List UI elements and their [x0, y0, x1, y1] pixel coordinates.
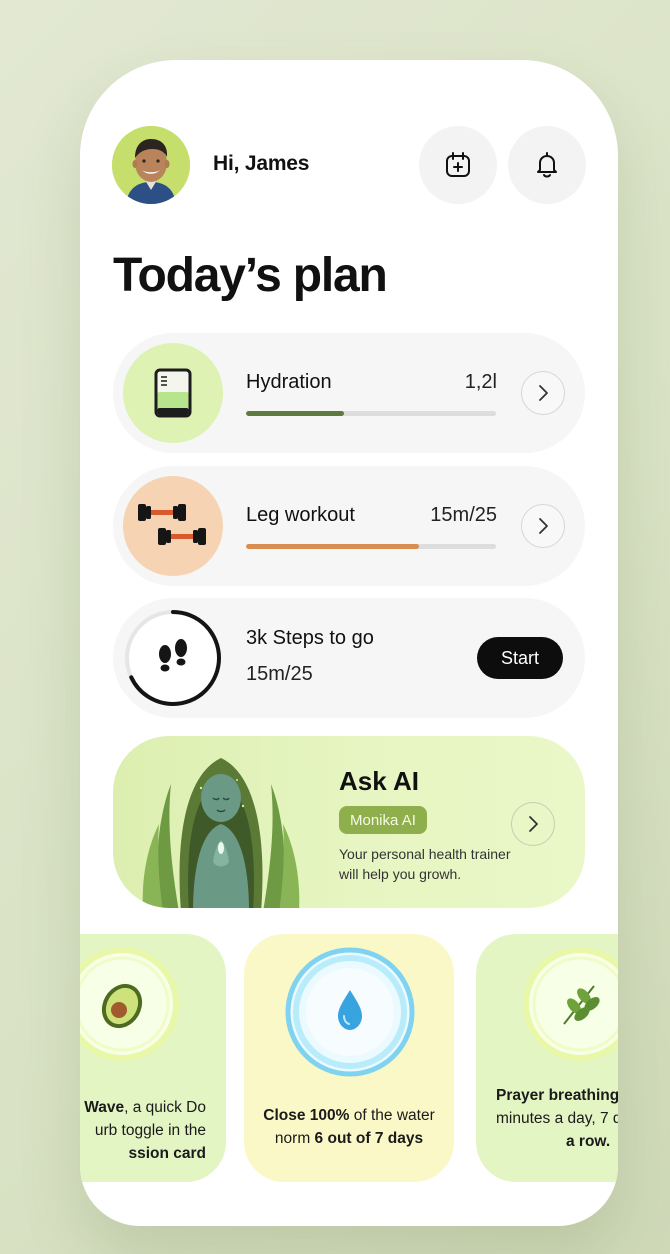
- chevron-right-icon: [539, 518, 548, 534]
- water-glass-icon: [154, 368, 192, 418]
- hydration-card[interactable]: Hydration 1,2l: [113, 333, 585, 453]
- steps-card[interactable]: 3k Steps to go 15m/25 Start: [113, 598, 585, 718]
- page-title: Today’s plan: [113, 249, 388, 302]
- ask-ai-title: Ask AI: [339, 766, 419, 796]
- leaf-halo: [523, 947, 618, 1061]
- tile-breathing-text: Prayer breathing minutes a day, 7 d a ro…: [496, 1087, 618, 1150]
- chevron-right-icon: [529, 816, 538, 832]
- person-avatar: [112, 126, 190, 204]
- hydration-progress-track: [246, 411, 496, 416]
- leg-workout-card[interactable]: Leg workout 15m/25: [113, 466, 585, 586]
- leg-workout-progress-fill: [246, 544, 419, 549]
- dumbbell-icon: [138, 504, 206, 545]
- ask-ai-description: Your personal health trainer will help y…: [339, 846, 511, 882]
- start-button[interactable]: Start: [477, 637, 563, 679]
- leg-workout-value: 15m/25: [430, 504, 497, 526]
- steps-progress-ring: [123, 608, 223, 708]
- hydration-label: Hydration: [246, 371, 332, 393]
- tile-avocado-text: Wave, a quick Do urb toggle in the ssion…: [84, 1099, 206, 1162]
- hydration-value: 1,2l: [464, 371, 497, 393]
- greeting: Hi, James: [213, 152, 310, 175]
- steps-subtitle: 15m/25: [246, 663, 313, 685]
- notifications-button[interactable]: [508, 126, 586, 204]
- steps-title: 3k Steps to go: [246, 627, 374, 649]
- leg-workout-progress-track: [246, 544, 496, 549]
- tile-avocado[interactable]: Wave, a quick Do urb toggle in the ssion…: [80, 934, 226, 1182]
- ai-model-badge: Monika AI: [339, 806, 427, 834]
- water-halo: [285, 947, 415, 1077]
- phone-screen: Hi, James Today’s plan Hydration 1,2l Le…: [80, 60, 618, 1226]
- leg-workout-open-button[interactable]: [521, 504, 565, 548]
- leg-workout-label: Leg workout: [246, 504, 355, 526]
- avocado-halo: [80, 947, 179, 1061]
- hydration-icon-circle: [123, 343, 223, 443]
- avatar[interactable]: [112, 126, 190, 204]
- chevron-right-icon: [539, 385, 548, 401]
- ask-ai-card[interactable]: Ask AI Monika AI Your personal health tr…: [113, 736, 585, 908]
- ai-goddess-illustration: [142, 758, 300, 908]
- hydration-open-button[interactable]: [521, 371, 565, 415]
- add-calendar-button[interactable]: [419, 126, 497, 204]
- tile-breathing[interactable]: Prayer breathing minutes a day, 7 d a ro…: [476, 934, 618, 1182]
- tile-water-text: Close 100% of the water norm 6 out of 7 …: [263, 1107, 435, 1147]
- calendar-add-icon: [446, 152, 470, 177]
- ask-ai-open-button[interactable]: [511, 802, 555, 846]
- hydration-progress-fill: [246, 411, 344, 416]
- tile-water[interactable]: Close 100% of the water norm 6 out of 7 …: [244, 934, 454, 1182]
- workout-icon-circle: [123, 476, 223, 576]
- bell-icon: [537, 152, 557, 178]
